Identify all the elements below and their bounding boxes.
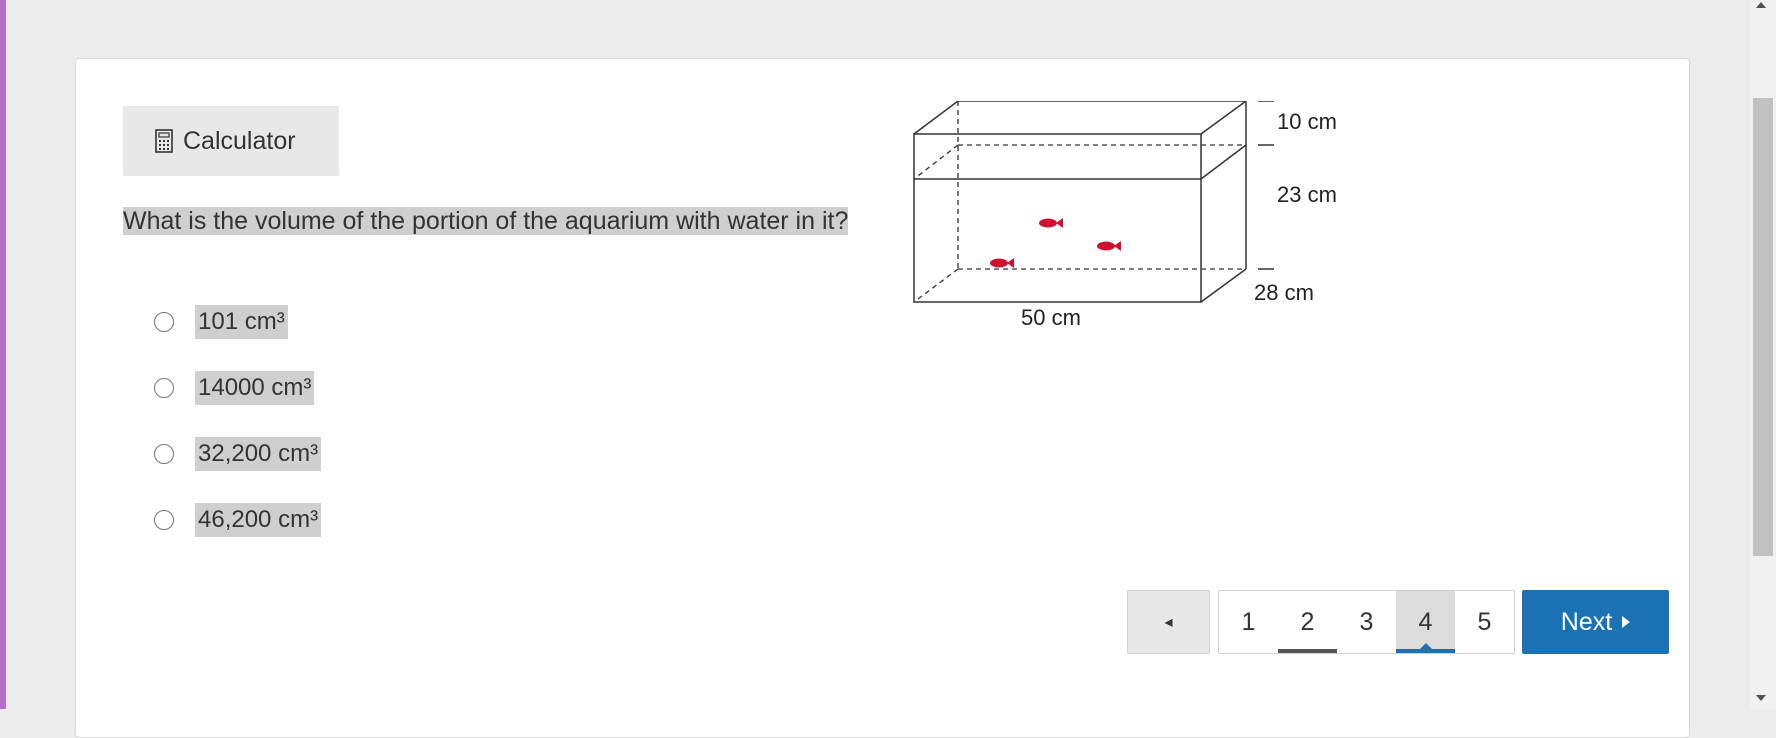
option-a-radio[interactable] [154,312,174,332]
option-c[interactable]: 32,200 cm³ [154,436,322,472]
scroll-thumb[interactable] [1753,98,1773,556]
scroll-up-icon[interactable] [1756,2,1766,8]
option-d-radio[interactable] [154,510,174,530]
answer-options: 101 cm³ 14000 cm³ 32,200 cm³ 46,200 cm³ [154,304,322,568]
calculator-icon [155,129,173,153]
vertical-scrollbar[interactable] [1750,0,1776,709]
next-button[interactable]: Next [1522,590,1669,654]
option-a-label[interactable]: 101 cm³ [195,305,288,339]
option-b-radio[interactable] [154,378,174,398]
question-prompt: What is the volume of the portion of the… [123,207,849,235]
aquarium-figure: 10 cm 23 cm 28 cm 50 cm [906,100,1346,356]
fish-icons [990,218,1121,268]
question-card: Calculator What is the volume of the por… [75,58,1690,738]
scroll-down-icon[interactable] [1756,695,1766,701]
option-b-label[interactable]: 14000 cm³ [195,371,315,405]
option-c-radio[interactable] [154,444,174,464]
front-face [913,133,1202,303]
calculator-label: Calculator [183,126,296,155]
label-10cm: 10 cm [1277,109,1337,134]
option-a[interactable]: 101 cm³ [154,304,321,340]
previous-arrow-icon: ◂ [1164,614,1173,631]
option-b[interactable]: 14000 cm³ [154,370,321,406]
question-text: What is the volume of the portion of the… [123,203,853,239]
page-5[interactable]: 5 [1455,591,1514,653]
page-list: 1 2 3 4 5 [1218,590,1515,654]
page-4-current[interactable]: 4 [1396,591,1455,653]
pagination: ◂ 1 2 3 4 5 Next [1127,590,1669,654]
next-arrow-icon [1622,616,1631,628]
previous-button[interactable]: ◂ [1127,590,1210,654]
option-d-label[interactable]: 46,200 cm³ [195,503,322,537]
label-28cm: 28 cm [1254,280,1314,305]
page-2[interactable]: 2 [1278,591,1337,653]
option-d[interactable]: 46,200 cm³ [154,502,322,538]
left-accent-bar [0,0,6,709]
option-c-label[interactable]: 32,200 cm³ [195,437,322,471]
page-1[interactable]: 1 [1219,591,1278,653]
next-label: Next [1560,607,1613,636]
label-23cm: 23 cm [1277,182,1337,207]
label-50cm: 50 cm [1021,305,1081,330]
calculator-button[interactable]: Calculator [123,106,339,176]
page-3[interactable]: 3 [1337,591,1396,653]
